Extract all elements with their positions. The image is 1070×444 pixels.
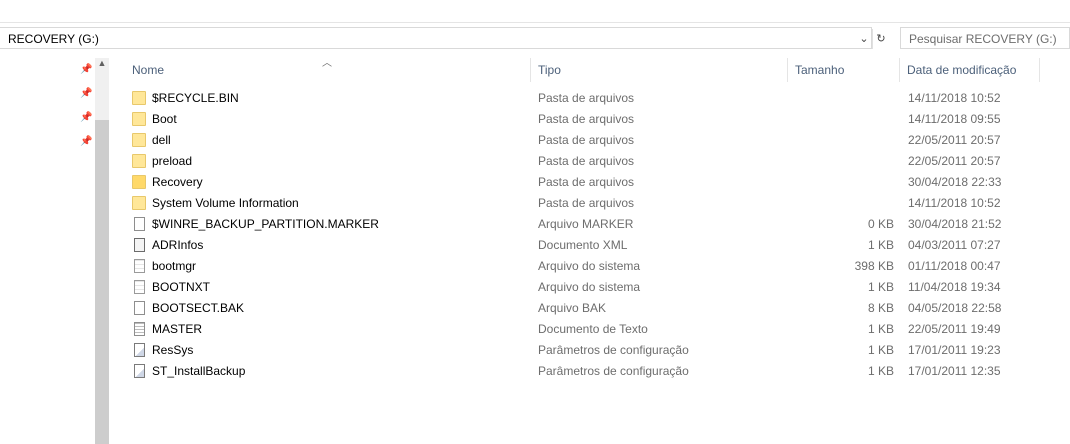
- table-row[interactable]: ADRInfos Documento XML 1 KB 04/03/2011 07:2…: [124, 235, 1070, 256]
- system-file-icon: [134, 259, 145, 273]
- file-list: $RECYCLE.BIN Pasta de arquivos 14/11/2018 …: [124, 88, 1070, 382]
- address-path: RECOVERY (G:): [8, 32, 99, 46]
- column-header-date[interactable]: Data de modificação: [899, 58, 1039, 82]
- table-row[interactable]: BOOTSECT.BAK Arquivo BAK 8 KB 04/05/2018 22…: [124, 298, 1070, 319]
- system-file-icon: [134, 280, 145, 294]
- xml-file-icon: [134, 238, 145, 252]
- table-row[interactable]: ResSys Parâmetros de configuração 1 KB 17/0…: [124, 340, 1070, 361]
- pin-icon[interactable]: 📌: [80, 112, 92, 124]
- folder-icon: [132, 154, 146, 168]
- column-header-name[interactable]: Nome: [124, 58, 530, 82]
- search-box[interactable]: [900, 27, 1070, 49]
- table-row[interactable]: System Volume Information Pasta de arquiv…: [124, 193, 1070, 214]
- navigation-pane: 📌 📌 📌 📌: [0, 50, 110, 444]
- table-row[interactable]: dell Pasta de arquivos 22/05/2011 20:57: [124, 130, 1070, 151]
- nav-scrollbar[interactable]: ▲: [95, 58, 109, 444]
- ribbon-area: [0, 0, 1070, 23]
- table-row[interactable]: ST_InstallBackup Parâmetros de configuraç…: [124, 361, 1070, 382]
- folder-icon: [132, 91, 146, 105]
- refresh-icon[interactable]: ↻: [872, 29, 889, 49]
- table-row[interactable]: preload Pasta de arquivos 22/05/2011 20:57: [124, 151, 1070, 172]
- table-row[interactable]: $RECYCLE.BIN Pasta de arquivos 14/11/2018 …: [124, 88, 1070, 109]
- search-input[interactable]: [907, 29, 1070, 49]
- scrollbar-thumb[interactable]: [95, 120, 109, 444]
- table-row[interactable]: MASTER Documento de Texto 1 KB 22/05/2011 1…: [124, 319, 1070, 340]
- column-header-type[interactable]: Tipo: [530, 58, 786, 82]
- folder-icon: [132, 133, 146, 147]
- folder-icon: [132, 112, 146, 126]
- pin-icon[interactable]: 📌: [80, 64, 92, 76]
- table-row[interactable]: Recovery Pasta de arquivos 30/04/2018 22:3…: [124, 172, 1070, 193]
- column-header-size[interactable]: Tamanho: [787, 58, 899, 82]
- text-file-icon: [134, 322, 145, 336]
- chevron-down-icon[interactable]: ⌄: [856, 29, 872, 49]
- table-row[interactable]: BOOTNXT Arquivo do sistema 1 KB 11/04/2018 …: [124, 277, 1070, 298]
- table-row[interactable]: Boot Pasta de arquivos 14/11/2018 09:55: [124, 109, 1070, 130]
- folder-icon: [132, 196, 146, 210]
- file-icon: [134, 217, 145, 231]
- column-divider[interactable]: [1039, 58, 1040, 82]
- file-icon: [134, 301, 145, 315]
- config-file-icon: [134, 343, 145, 357]
- pin-icon[interactable]: 📌: [80, 136, 92, 148]
- config-file-icon: [134, 364, 145, 378]
- table-row[interactable]: $WINRE_BACKUP_PARTITION.MARKER Arquivo MA…: [124, 214, 1070, 235]
- table-row[interactable]: bootmgr Arquivo do sistema 398 KB 01/11/201…: [124, 256, 1070, 277]
- scroll-up-icon[interactable]: ▲: [97, 58, 107, 70]
- folder-icon: [132, 175, 146, 189]
- pin-icon[interactable]: 📌: [80, 88, 92, 100]
- address-bar[interactable]: RECOVERY (G:): [0, 27, 872, 49]
